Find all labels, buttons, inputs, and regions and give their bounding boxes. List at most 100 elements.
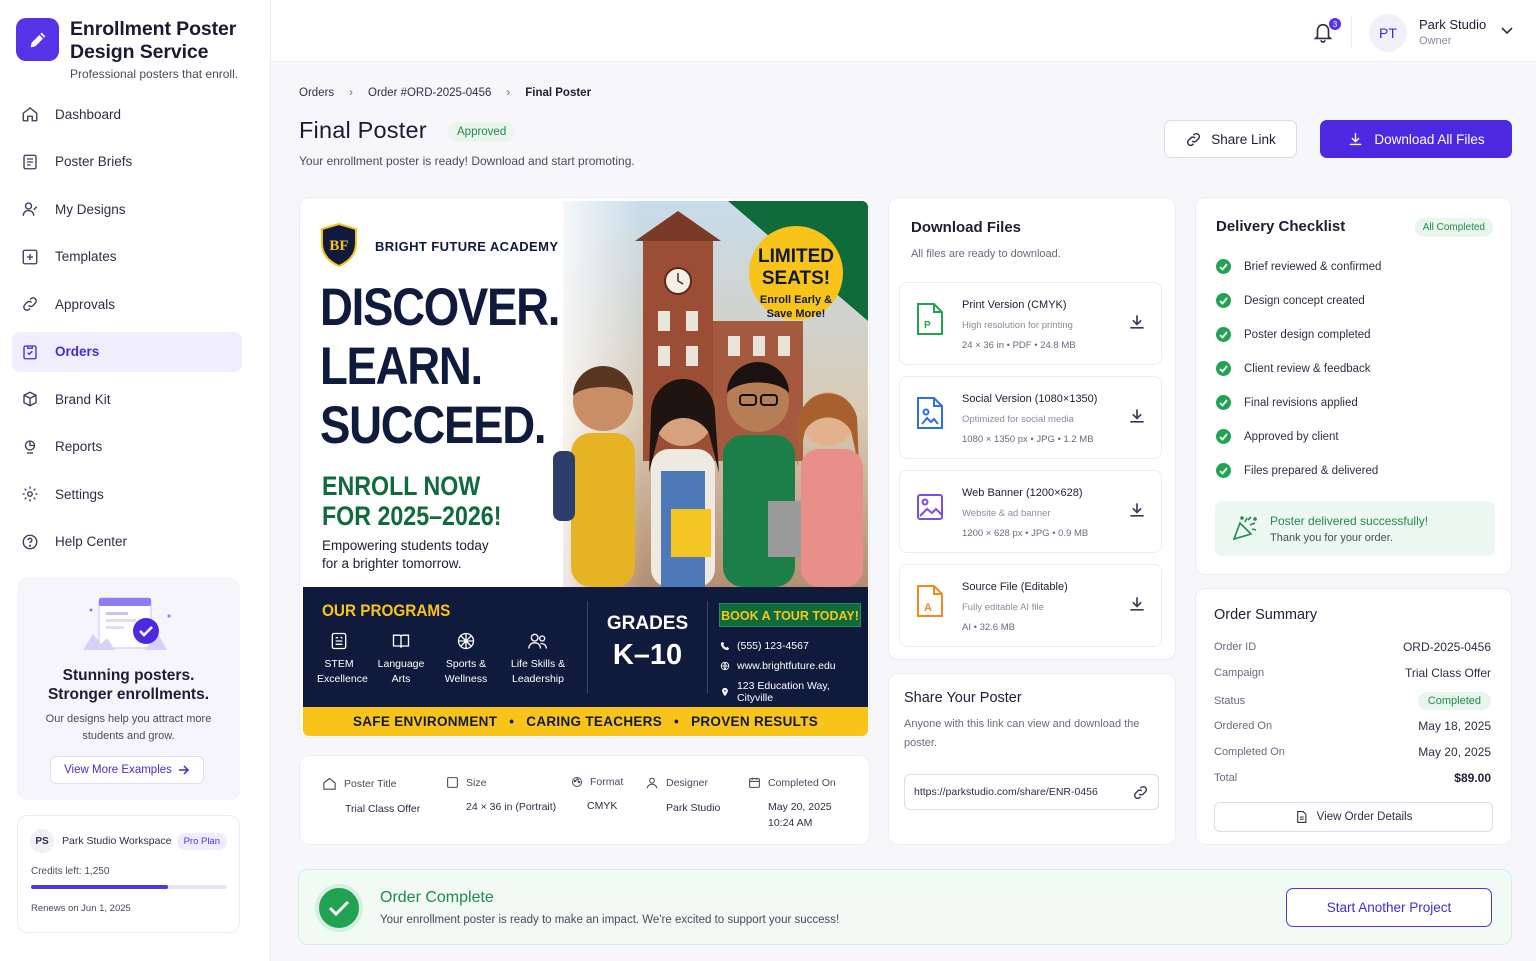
check-circle-icon (1216, 395, 1231, 410)
summary-row-completed-on: Completed On May 20, 2025 (1214, 745, 1491, 759)
sidebar-item-orders[interactable]: Orders (12, 331, 242, 372)
calendar-icon (749, 777, 760, 788)
home-icon (20, 104, 40, 124)
sidebar-item-label: Help Center (55, 534, 128, 549)
file-web-banner[interactable]: Web Banner (1200×628) Website & ad banne… (899, 470, 1162, 553)
headline-succeed: SUCCEED. (320, 396, 547, 455)
document-icon (20, 152, 40, 172)
sidebar-item-label: Orders (55, 344, 100, 359)
checklist-item: Poster design completed (1216, 327, 1371, 342)
download-icon[interactable] (1127, 406, 1147, 426)
gear-icon (20, 484, 40, 504)
breadcrumb-order-id[interactable]: Order #ORD-2025-0456 (368, 87, 491, 99)
students-illustration (553, 362, 863, 587)
renewal-date: Renews on Jun 1, 2025 (31, 903, 131, 914)
program-language-arts: Language Arts (375, 631, 427, 687)
file-social-version[interactable]: Social Version (1080×1350) Optimized for… (899, 376, 1162, 459)
globe-icon (720, 661, 730, 671)
stem-icon (331, 632, 347, 650)
program-stem: STEM Excellence (317, 631, 368, 687)
check-circle-icon (1216, 429, 1231, 444)
page-title: Final Poster (299, 117, 427, 143)
help-icon (20, 532, 40, 552)
sidebar-item-label: Dashboard (55, 106, 122, 122)
download-icon[interactable] (1127, 500, 1147, 520)
download-icon[interactable] (1127, 594, 1147, 614)
summary-row-status: Status Completed (1214, 692, 1491, 710)
status-badge: Approved (448, 122, 516, 142)
program-life-skills: Life Skills & Leadership (503, 631, 573, 687)
summary-row-campaign: Campaign Trial Class Offer (1214, 666, 1491, 680)
sidebar-item-templates[interactable]: Templates (12, 237, 242, 277)
poster-image[interactable]: LIMITED SEATS! Enroll Early & Save More! B… (303, 201, 868, 736)
success-title: Poster delivered successfully! (1270, 514, 1429, 528)
promo-text: Our designs help you attract more studen… (45, 713, 212, 742)
credits-progress-fill (31, 885, 169, 889)
start-another-project-button[interactable]: Start Another Project (1286, 888, 1492, 927)
view-more-examples-button[interactable]: View More Examples (50, 756, 204, 784)
sidebar-item-reports[interactable]: Reports (12, 427, 242, 467)
download-all-files-button[interactable]: Download All Files (1320, 120, 1512, 158)
sidebar-item-my-designs[interactable]: My Designs (12, 189, 242, 229)
check-circle-icon (1216, 259, 1231, 274)
brand: Enrollment Poster Design Service Professi… (0, 0, 270, 81)
sidebar-item-dashboard[interactable]: Dashboard (12, 94, 242, 134)
sidebar-item-approvals[interactable]: Approvals (12, 284, 242, 324)
sidebar-item-label: Settings (55, 486, 104, 502)
banner-image-icon (917, 494, 943, 520)
view-order-details-button[interactable]: View Order Details (1214, 802, 1493, 832)
check-circle-icon (1216, 293, 1231, 308)
sidebar-item-label: Brand Kit (55, 391, 111, 407)
status-badge: Completed (1417, 692, 1491, 710)
workspace-avatar: PS (30, 829, 54, 853)
sidebar-item-brand-kit[interactable]: Brand Kit (12, 379, 242, 419)
delivery-checklist-card: Delivery Checklist All Completed Brief r… (1195, 197, 1512, 575)
plan-badge: Pro Plan (176, 832, 227, 850)
box-icon (20, 389, 40, 409)
sidebar-item-poster-briefs[interactable]: Poster Briefs (12, 142, 242, 182)
order-complete-title: Order Complete (380, 889, 494, 906)
user-avatar[interactable]: PT (1369, 14, 1407, 52)
check-circle-icon (1216, 361, 1231, 376)
orders-icon (20, 342, 40, 362)
share-title: Share Your Poster (904, 690, 1022, 706)
poster-details-card: Poster Title Trial Class Offer Size 24 ×… (299, 755, 870, 845)
delivery-success-banner: Poster delivered successfully! Thank you… (1215, 501, 1495, 556)
limited-seats-badge: LIMITED SEATS! Enroll Early & Save More! (749, 226, 843, 320)
pdf-file-icon: P (917, 303, 943, 335)
sidebar-item-label: Approvals (55, 296, 116, 312)
poster-tagline: Empowering students today for a brighter … (322, 538, 489, 571)
home-icon (323, 777, 336, 790)
poster-values-strip: SAFE ENVIRONMENT • CARING TEACHERS • PROVEN … (303, 707, 868, 736)
share-link-button[interactable]: Share Link (1164, 120, 1297, 158)
all-completed-badge: All Completed (1414, 218, 1493, 237)
enroll-year-text: FOR 2025–2026! (322, 501, 502, 531)
page-subtitle: Your enrollment poster is ready! Downloa… (299, 154, 635, 168)
sidebar-item-settings[interactable]: Settings (12, 474, 242, 514)
divider (707, 601, 708, 693)
sidebar-item-help-center[interactable]: Help Center (12, 522, 242, 562)
sidebar-item-label: Poster Briefs (55, 154, 133, 169)
user-name[interactable]: Park Studio (1419, 17, 1486, 32)
book-icon (392, 634, 410, 648)
topbar: 3 PT Park Studio Owner (271, 0, 1536, 62)
workspace-name: Park Studio Workspace (62, 835, 172, 847)
checklist-item: Client review & feedback (1216, 361, 1371, 376)
order-complete-text: Your enrollment poster is ready to make … (380, 914, 840, 926)
checklist-item: Final revisions applied (1216, 395, 1358, 410)
palette-icon (572, 777, 582, 787)
download-icon[interactable] (1127, 312, 1147, 332)
file-print-version[interactable]: P Print Version (CMYK) High resolution f… (899, 282, 1162, 365)
breadcrumb-orders[interactable]: Orders (299, 87, 334, 99)
sidebar-item-label: Templates (55, 249, 117, 264)
share-url-field[interactable]: https://parkstudio.com/share/ENR-0456 (904, 774, 1159, 810)
file-source-file[interactable]: A Source File (Editable) Fully editable … (899, 564, 1162, 647)
programs-title: OUR PROGRAMS (322, 601, 451, 620)
sidebar-item-label: My Designs (55, 201, 126, 217)
checklist-item: Design concept created (1216, 293, 1365, 308)
copy-icon[interactable] (1132, 784, 1149, 801)
poster-phone: (555) 123-4567 (720, 640, 809, 652)
chevron-down-icon[interactable] (1501, 27, 1513, 35)
pencil-logo-icon (16, 18, 59, 61)
detail-format: Format CMYK (571, 776, 623, 814)
